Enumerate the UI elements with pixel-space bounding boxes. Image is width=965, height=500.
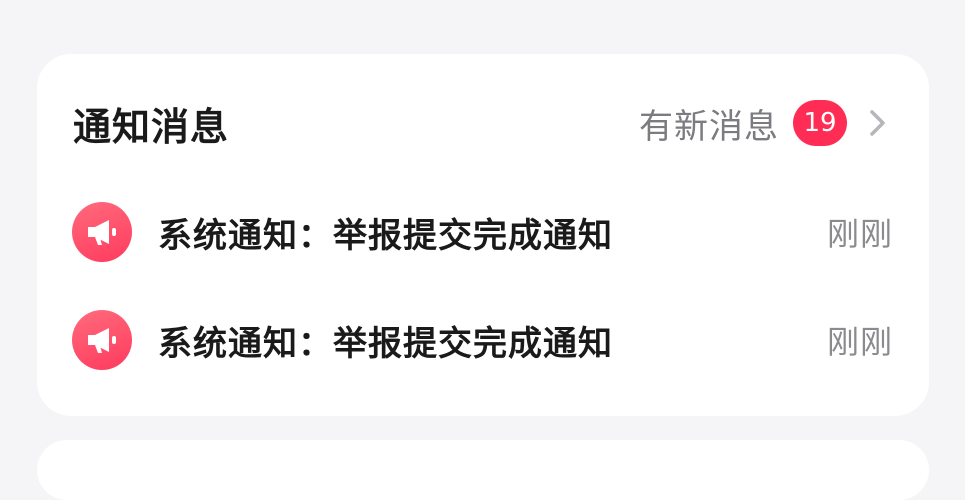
megaphone-icon	[72, 202, 132, 262]
notifications-header[interactable]: 通知消息 有新消息 19	[73, 92, 893, 154]
notifications-card: 通知消息 有新消息 19 系统通知：举报提交完成通知 刚刚 系统通知：举报提交完…	[37, 54, 929, 416]
new-messages-label: 有新消息	[639, 106, 779, 147]
megaphone-icon	[72, 310, 132, 370]
unread-count-badge: 19	[793, 100, 847, 146]
next-card	[37, 440, 929, 500]
notification-text: 系统通知：举报提交完成通知	[158, 323, 613, 364]
notification-time: 刚刚	[826, 215, 893, 253]
notification-text: 系统通知：举报提交完成通知	[158, 215, 613, 256]
card-title: 通知消息	[73, 104, 230, 149]
chevron-right-icon[interactable]	[863, 108, 893, 138]
new-messages-link[interactable]: 有新消息 19	[639, 99, 893, 148]
notification-time: 刚刚	[826, 323, 893, 361]
notification-item[interactable]: 系统通知：举报提交完成通知 刚刚	[72, 310, 893, 370]
notification-item[interactable]: 系统通知：举报提交完成通知 刚刚	[72, 202, 893, 262]
